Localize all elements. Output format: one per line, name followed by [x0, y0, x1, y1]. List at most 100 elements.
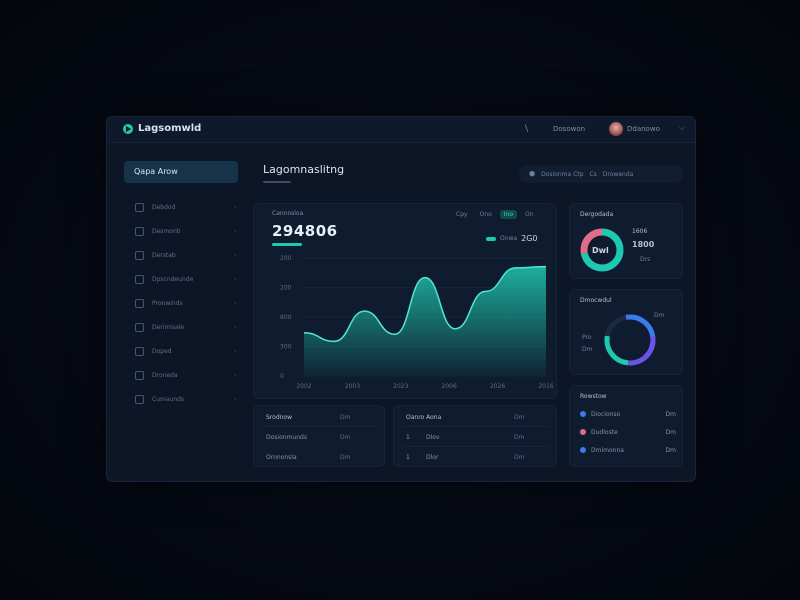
chevron-right-icon: › — [234, 323, 237, 331]
chevron-right-icon: › — [234, 203, 237, 211]
x-tick-label: 2002 — [296, 383, 311, 390]
ring-segment — [604, 314, 656, 366]
list-item-value: Dm — [665, 446, 676, 454]
range-button[interactable]: Ono — [476, 210, 496, 219]
user-menu[interactable]: Ddanowo — [609, 122, 660, 136]
topbar-link[interactable]: Dosowon — [553, 125, 585, 133]
sidebar: Qapa Arow Debdod › Desmonb › Derstab › Dpsc… — [119, 161, 249, 461]
list-item[interactable]: Dudloste Dm — [580, 426, 676, 438]
table-card: Oanro Aona Dm 1 Dlov Dm 1 Dlor Dm — [393, 405, 557, 467]
nav-icon — [135, 250, 144, 260]
row-label: Dlov — [426, 434, 440, 441]
list-item[interactable]: Diocionso Dm — [580, 408, 676, 420]
card-title: Srodnow — [266, 414, 293, 421]
logo-icon — [123, 123, 133, 134]
sidebar-item-label: Dpscndeunde — [152, 275, 194, 283]
sidebar-list: Debdod › Desmonb › Derstab › Dpscndeunde › P… — [119, 195, 249, 411]
sidebar-item[interactable]: Derstab › — [119, 243, 249, 267]
range-button-active[interactable]: Ino — [499, 210, 518, 219]
nav-icon — [135, 298, 144, 308]
x-tick-label: 2023 — [393, 383, 408, 390]
list-item-label: Dmimonna — [591, 446, 624, 454]
summary-card: Srodnow Dm Dosionmunds Dm Ornnonsla Dm — [253, 405, 385, 467]
chevron-right-icon: › — [234, 299, 237, 307]
range-button[interactable]: On — [521, 210, 538, 219]
sidebar-item-label: Derstab — [152, 251, 176, 259]
list-item-label: Dudloste — [591, 428, 618, 436]
nav-icon — [135, 202, 144, 212]
row-label: Ornnonsla — [266, 454, 297, 461]
row-value: Dm — [514, 434, 525, 441]
card-title-right: Dm — [514, 414, 525, 421]
dashboard-window: Lagsomwld \ Dosowon Ddanowo ⌵ Qapa Arow … — [106, 116, 696, 482]
list-item[interactable]: Dmimonna Dm — [580, 444, 676, 456]
sidebar-item[interactable]: Derimisale › — [119, 315, 249, 339]
donut-side-label: Drs — [640, 256, 651, 263]
nav-icon — [135, 346, 144, 356]
nav-icon — [135, 226, 144, 236]
sidebar-item[interactable]: Doped › — [119, 339, 249, 363]
row-value: Dm — [514, 454, 525, 461]
nav-icon — [135, 322, 144, 332]
search-icon[interactable]: \ — [525, 124, 528, 134]
sidebar-item-label: Droneda — [152, 371, 178, 379]
sidebar-item-label: Debdod — [152, 203, 176, 211]
nav-icon — [135, 274, 144, 284]
row-label: Dlor — [426, 454, 439, 461]
metric-underline — [272, 243, 302, 246]
x-tick-label: 2026 — [490, 383, 505, 390]
chevron-right-icon: › — [234, 227, 237, 235]
card-title: Dergodada — [580, 211, 614, 218]
nav-icon — [135, 370, 144, 380]
sidebar-item[interactable]: Cumaunds › — [119, 387, 249, 411]
chevron-right-icon: › — [234, 395, 237, 403]
area-fill — [304, 266, 546, 376]
card-title: Rowstow — [580, 393, 607, 400]
chevron-right-icon: › — [234, 251, 237, 259]
user-name: Ddanowo — [627, 125, 660, 133]
status-dot — [580, 411, 586, 417]
header-action-label[interactable]: Cs — [589, 171, 596, 178]
card-title: Oanro Aona — [406, 414, 442, 421]
sidebar-item[interactable]: Debdod › — [119, 195, 249, 219]
brand-name: Lagsomwld — [138, 123, 202, 134]
filter-icon[interactable]: ⬢ — [529, 170, 535, 178]
metric-value: 294806 — [272, 222, 338, 240]
range-button[interactable]: Cpy — [452, 210, 472, 219]
legend-value: 2G0 — [521, 234, 538, 243]
chevron-right-icon: › — [234, 347, 237, 355]
sidebar-item[interactable]: Pronwinds › — [119, 291, 249, 315]
donut-stat: 1606 — [632, 228, 648, 235]
legend-swatch — [486, 236, 496, 241]
ring-chart — [604, 314, 656, 366]
list-card: Rowstow Diocionso Dm Dudloste Dm Dmimonn… — [569, 385, 683, 467]
sidebar-item[interactable]: Dpscndeunde › — [119, 267, 249, 291]
y-tick-label: 300 — [280, 344, 292, 351]
divider — [262, 426, 378, 427]
chevron-down-icon[interactable]: ⌵ — [679, 123, 685, 133]
row-value: Dm — [340, 454, 351, 461]
sidebar-item[interactable]: Desmonb › — [119, 219, 249, 243]
status-dot — [580, 429, 586, 435]
brand[interactable]: Lagsomwld — [123, 123, 201, 134]
list-item-value: Dm — [665, 410, 676, 418]
x-tick-label: 2003 — [345, 383, 360, 390]
header-action-label[interactable]: Doslonma Ctp — [541, 171, 583, 178]
legend-text: Onwa — [500, 235, 518, 242]
y-tick-label: 0 — [280, 373, 284, 380]
avatar[interactable] — [609, 122, 623, 136]
nav-icon — [135, 394, 144, 404]
donut-stat: 1800 — [632, 240, 655, 249]
top-bar: Lagsomwld \ Dosowon Ddanowo ⌵ — [107, 117, 695, 143]
range-selector: Cpy Ono Ino On — [452, 210, 538, 219]
header-action-label[interactable]: Drowenda — [603, 171, 634, 178]
card-title-right: Dm — [340, 414, 351, 421]
donut-card: Dergodada Dwl 1606 1800 Drs — [569, 203, 683, 279]
page-title: Lagomnaslitng — [263, 163, 345, 176]
list-item-label: Diocionso — [591, 410, 621, 418]
chevron-right-icon: › — [234, 371, 237, 379]
ring-card: Dmocwdul Dm Pro Dm — [569, 289, 683, 375]
sidebar-item[interactable]: Droneda › — [119, 363, 249, 387]
row-index: 1 — [406, 434, 410, 441]
sidebar-primary-button[interactable]: Qapa Arow — [124, 161, 238, 183]
